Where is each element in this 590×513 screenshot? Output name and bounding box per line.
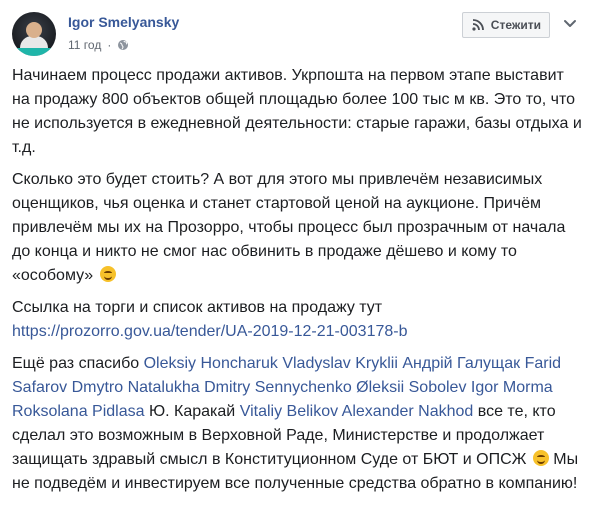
post-paragraph-3: Ссылка на торги и список активов на прод…: [12, 299, 408, 340]
mention-link[interactable]: Igor Morma: [471, 379, 553, 396]
post-paragraph-4: Ещё раз спасибо Oleksiy Honcharuk Vladys…: [12, 355, 579, 492]
post-time[interactable]: 11 год: [68, 38, 101, 52]
post-meta: 11 год ·: [68, 38, 129, 52]
mentions-group-2: Vitaliy Belikov Alexander Nakhod: [240, 403, 474, 420]
globe-icon: [118, 40, 129, 50]
prozorro-link[interactable]: https://prozorro.gov.ua/tender/UA-2019-1…: [12, 323, 408, 340]
post-body: Начинаем процесс продажи активов. Укрпош…: [12, 64, 582, 504]
post-header: Igor Smelyansky 11 год · Стежити: [12, 12, 580, 62]
mention-link[interactable]: Øleksii Sobolev: [356, 379, 466, 396]
follow-button[interactable]: Стежити: [461, 12, 550, 38]
mention-link[interactable]: Roksolana Pidlasa: [12, 403, 145, 420]
author-name[interactable]: Igor Smelyansky: [68, 14, 179, 30]
mention-link[interactable]: Андрій Галущак: [402, 355, 520, 372]
rss-icon: [472, 19, 484, 31]
wink-emoji-icon: [99, 266, 116, 282]
mention-link[interactable]: Vladyslav Kryklii: [282, 355, 398, 372]
mention-link[interactable]: Oleksiy Honcharuk: [144, 355, 278, 372]
mention-link[interactable]: Dmitry Sennychenko: [204, 379, 352, 396]
mention-link[interactable]: Alexander Nakhod: [342, 403, 474, 420]
post-paragraph-2: Сколько это будет стоить? А вот для этог…: [12, 171, 566, 284]
mention-link[interactable]: Dmytro Natalukha: [72, 379, 200, 396]
post-paragraph-1: Начинаем процесс продажи активов. Укрпош…: [12, 67, 582, 156]
wink-emoji-icon: [532, 450, 549, 466]
mention-link[interactable]: Vitaliy Belikov: [240, 403, 338, 420]
follow-label: Стежити: [490, 18, 541, 32]
chevron-down-icon[interactable]: [562, 15, 578, 31]
avatar[interactable]: [12, 12, 56, 56]
